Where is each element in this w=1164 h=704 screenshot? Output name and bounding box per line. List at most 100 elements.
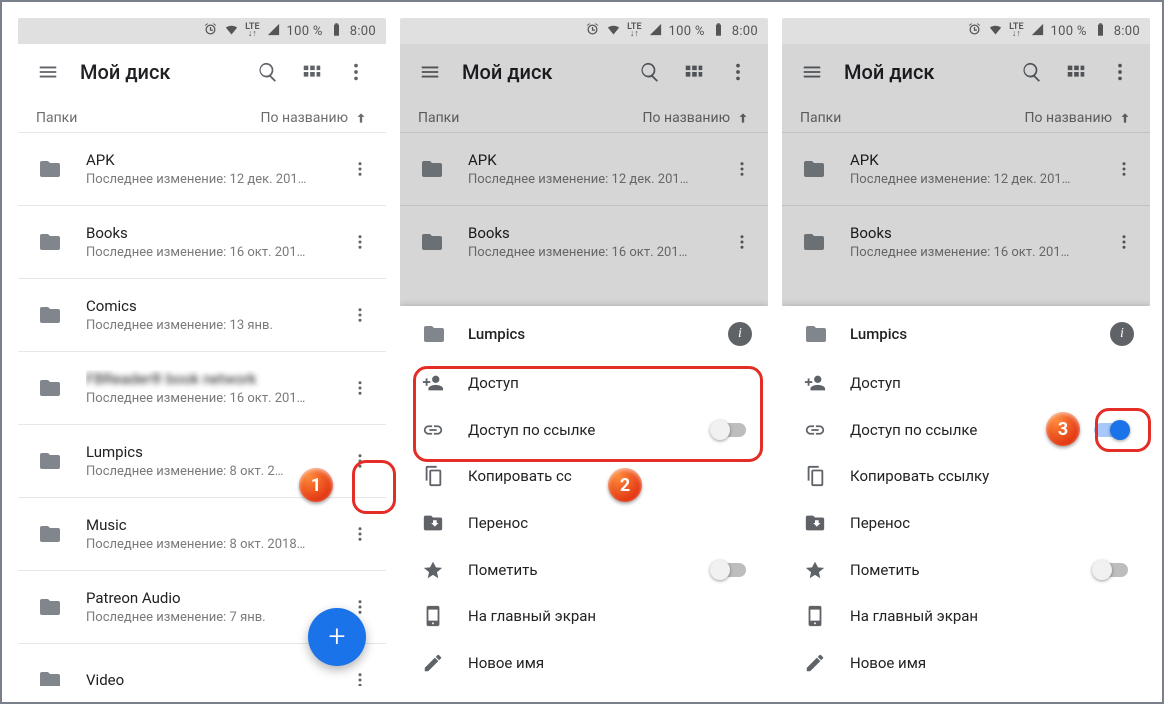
star-icon [422,559,448,581]
rename-row[interactable]: Новое имя [782,639,1150,686]
folder-text: BooksПоследнее изменение: 16 окт. 201… [86,224,338,260]
share-row[interactable]: Доступ [782,360,1150,407]
rename-icon [422,652,448,674]
status-bar: LTE↓↑ 100 % 8:00 [782,18,1150,44]
signal-icon [648,22,663,41]
folder-text: ComicsПоследнее изменение: 13 янв. [86,297,338,333]
move-row[interactable]: Перенос [782,500,1150,547]
link-access-row[interactable]: Доступ по ссылке [782,407,1150,454]
copy-link-label: Копировать сс [448,467,746,485]
item-overflow-button[interactable] [338,293,382,337]
folder-icon [36,155,64,183]
folder-icon [804,322,828,346]
folder-subtitle: Последнее изменение: 8 окт. 2018… [86,537,338,552]
info-button[interactable]: i [728,322,752,346]
view-toggle-button[interactable] [290,50,334,94]
info-button[interactable]: i [1110,322,1134,346]
folder-icon [36,520,64,548]
copy-link-row[interactable]: Копировать ссылку [782,453,1150,500]
section-header: Папки По названию [18,100,386,132]
folder-item[interactable]: LumpicsПоследнее изменение: 8 окт. 2… [18,424,386,497]
sheet-header: Lumpics i [782,306,1150,360]
folder-options-sheet: Lumpics i Доступ Доступ по ссылке Копиро… [782,306,1150,686]
clock-time: 8:00 [350,24,376,39]
lte-icon: LTE↓↑ [1009,24,1023,38]
sort-label: По названию [261,110,348,126]
battery-percent: 100 % [669,24,705,39]
screenshot-2: LTE↓↑ 100 % 8:00 Мой диск Папки По назва… [400,18,768,686]
folder-subtitle: Последнее изменение: 16 окт. 201… [86,245,338,260]
item-overflow-button[interactable] [338,220,382,264]
share-label: Доступ [448,374,746,392]
folder-name: Patreon Audio [86,589,338,607]
link-access-switch-on[interactable] [1094,423,1128,437]
person-add-icon [422,372,448,394]
signal-icon [266,22,281,41]
lte-icon: LTE↓↑ [245,24,259,38]
sheet-header: Lumpics i [400,306,768,360]
move-label: Перенос [448,514,746,532]
sort-button[interactable]: По названию [261,110,368,126]
copy-link-row[interactable]: Копировать сс [400,453,768,500]
homescreen-icon [422,605,448,627]
star-row[interactable]: Пометить [782,546,1150,593]
clock-time: 8:00 [732,24,758,39]
screenshot-3: LTE↓↑ 100 % 8:00 Мой диск Папки По назва… [782,18,1150,686]
status-bar: LTE↓↑ 100 % 8:00 [400,18,768,44]
folder-icon [36,593,64,621]
star-switch[interactable] [712,563,746,577]
folder-name: Comics [86,297,338,315]
item-overflow-button[interactable] [338,512,382,556]
sheet-folder-name: Lumpics [828,325,1110,343]
folder-text: Patreon AudioПоследнее изменение: 7 янв. [86,589,338,625]
folder-icon [36,666,64,686]
folder-name: APK [86,151,338,169]
folder-subtitle: Последнее изменение: 12 дек. 201… [86,172,338,187]
wifi-icon [224,22,239,41]
menu-button[interactable] [26,50,70,94]
link-access-label: Доступ по ссылке [830,421,1094,439]
rename-label: Новое имя [830,654,1128,672]
page-title: Мой диск [70,60,246,84]
folder-name: FBReader® book network [86,370,338,388]
homescreen-icon [804,605,830,627]
fab-add-button[interactable]: + [308,608,366,666]
item-overflow-button[interactable] [338,439,382,483]
search-button[interactable] [246,50,290,94]
homescreen-row[interactable]: На главный экран [782,593,1150,640]
folder-item[interactable]: BooksПоследнее изменение: 16 окт. 201… [18,205,386,278]
folder-options-sheet: Lumpics i Доступ Доступ по ссылке Копиро… [400,306,768,686]
folder-subtitle: Последнее изменение: 8 окт. 2… [86,464,338,479]
move-icon [422,512,448,534]
person-add-icon [804,372,830,394]
battery-icon [1093,22,1108,41]
star-switch[interactable] [1094,563,1128,577]
folder-text: Music Последнее изменение: 8 окт. 2018… [86,516,338,552]
lte-icon: LTE↓↑ [627,24,641,38]
folder-list: APK Последнее изменение: 12 дек. 201… Book… [18,132,386,686]
star-label: Пометить [448,561,712,579]
move-label: Перенос [830,514,1128,532]
homescreen-row[interactable]: На главный экран [400,593,768,640]
link-access-label: Доступ по ссылке [448,421,712,439]
alarm-icon [203,22,218,41]
folder-item[interactable]: APK Последнее изменение: 12 дек. 201… [18,132,386,205]
move-row[interactable]: Перенос [400,500,768,547]
battery-icon [711,22,726,41]
folder-item[interactable]: Music Последнее изменение: 8 окт. 2018… [18,497,386,570]
rename-row[interactable]: Новое имя [400,639,768,686]
item-overflow-button[interactable] [338,147,382,191]
folder-name: Music [86,516,338,534]
folder-item[interactable]: FBReader® book networkПоследнее изменени… [18,351,386,424]
folder-item[interactable]: ComicsПоследнее изменение: 13 янв. [18,278,386,351]
link-access-switch-off[interactable] [712,423,746,437]
battery-icon [329,22,344,41]
folder-text: Video [86,671,338,686]
overflow-button[interactable] [334,50,378,94]
rename-icon [804,652,830,674]
star-row[interactable]: Пометить [400,546,768,593]
folder-icon [36,228,64,256]
share-row[interactable]: Доступ [400,360,768,407]
link-access-row[interactable]: Доступ по ссылке [400,407,768,454]
item-overflow-button[interactable] [338,366,382,410]
